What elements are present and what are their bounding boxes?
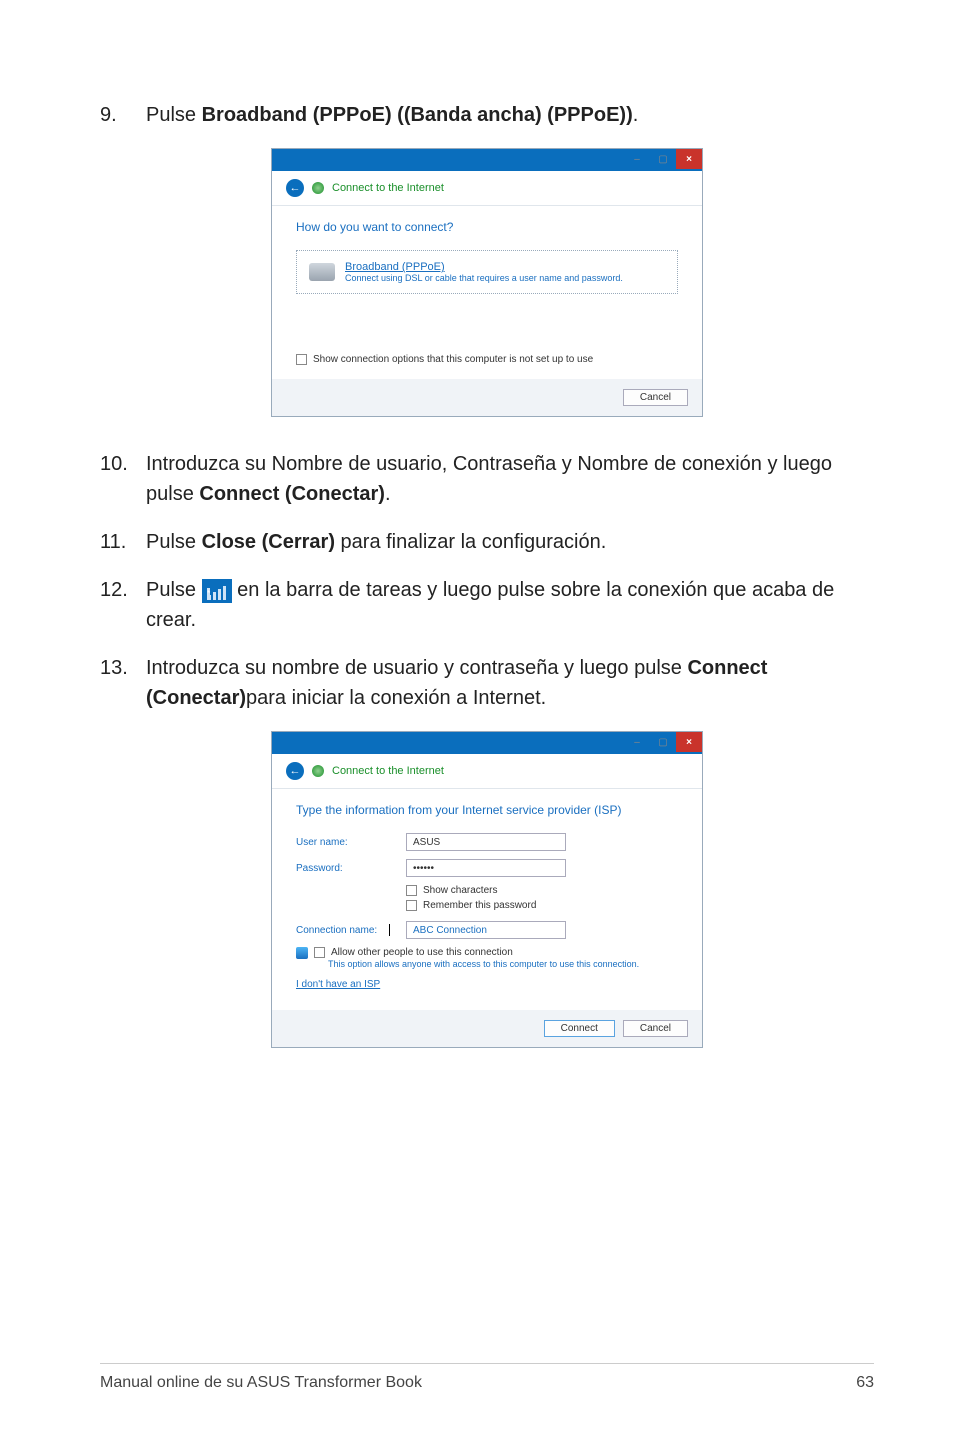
dialog-question: Type the information from your Internet … [296,803,678,817]
username-field[interactable]: ASUS [406,833,566,851]
connect-button[interactable]: Connect [544,1020,615,1037]
show-options-label: Show connection options that this comput… [313,354,593,365]
step-number: 11. [100,527,146,557]
globe-icon [312,765,324,777]
option-title: Broadband (PPPoE) [345,261,623,273]
show-characters-checkbox[interactable] [406,885,417,896]
network-tray-icon: * [202,579,232,603]
username-label: User name: [296,837,406,848]
step-text: Introduzca su nombre de usuario y contra… [146,653,874,713]
connect-method-dialog: – ▢ × ← Connect to the Internet How do y… [271,148,703,417]
show-characters-label: Show characters [423,885,497,896]
maximize-button[interactable]: ▢ [650,732,676,752]
no-isp-link[interactable]: I don't have an ISP [296,979,380,990]
cancel-button[interactable]: Cancel [623,389,688,406]
step-text: Pulse * en la barra de tareas y luego pu… [146,575,874,635]
dialog-titlebar: – ▢ × [272,732,702,754]
broadband-pppoe-option[interactable]: Broadband (PPPoE) Connect using DSL or c… [296,250,678,294]
step-number: 12. [100,575,146,635]
password-field[interactable]: •••••• [406,859,566,877]
password-label: Password: [296,863,406,874]
dialog-titlebar: – ▢ × [272,149,702,171]
step-number: 13. [100,653,146,713]
allow-others-label: Allow other people to use this connectio… [331,947,513,958]
allow-others-checkbox[interactable] [314,947,325,958]
remember-password-label: Remember this password [423,900,536,911]
dialog-question: How do you want to connect? [296,220,678,234]
modem-icon [309,263,335,281]
show-options-checkbox[interactable] [296,354,307,365]
step-number: 9. [100,100,146,130]
minimize-button[interactable]: – [624,149,650,169]
option-description: Connect using DSL or cable that requires… [345,273,623,283]
step-text: Introduzca su Nombre de usuario, Contras… [146,449,874,509]
remember-password-checkbox[interactable] [406,900,417,911]
dialog-header-title: Connect to the Internet [332,182,444,194]
step-number: 10. [100,449,146,509]
back-button[interactable]: ← [286,762,304,780]
footer-title: Manual online de su ASUS Transformer Boo… [100,1374,422,1392]
minimize-button[interactable]: – [624,732,650,752]
globe-icon [312,182,324,194]
close-button[interactable]: × [676,149,702,169]
cancel-button[interactable]: Cancel [623,1020,688,1037]
step-text: Pulse Broadband (PPPoE) ((Banda ancha) (… [146,100,874,130]
allow-others-description: This option allows anyone with access to… [328,959,678,969]
dialog-header-title: Connect to the Internet [332,765,444,777]
connection-name-field[interactable]: ABC Connection [406,921,566,939]
shield-icon [296,947,308,959]
back-button[interactable]: ← [286,179,304,197]
maximize-button[interactable]: ▢ [650,149,676,169]
close-button[interactable]: × [676,732,702,752]
step-text: Pulse Close (Cerrar) para finalizar la c… [146,527,874,557]
isp-info-dialog: – ▢ × ← Connect to the Internet Type the… [271,731,703,1048]
page-number: 63 [856,1374,874,1392]
